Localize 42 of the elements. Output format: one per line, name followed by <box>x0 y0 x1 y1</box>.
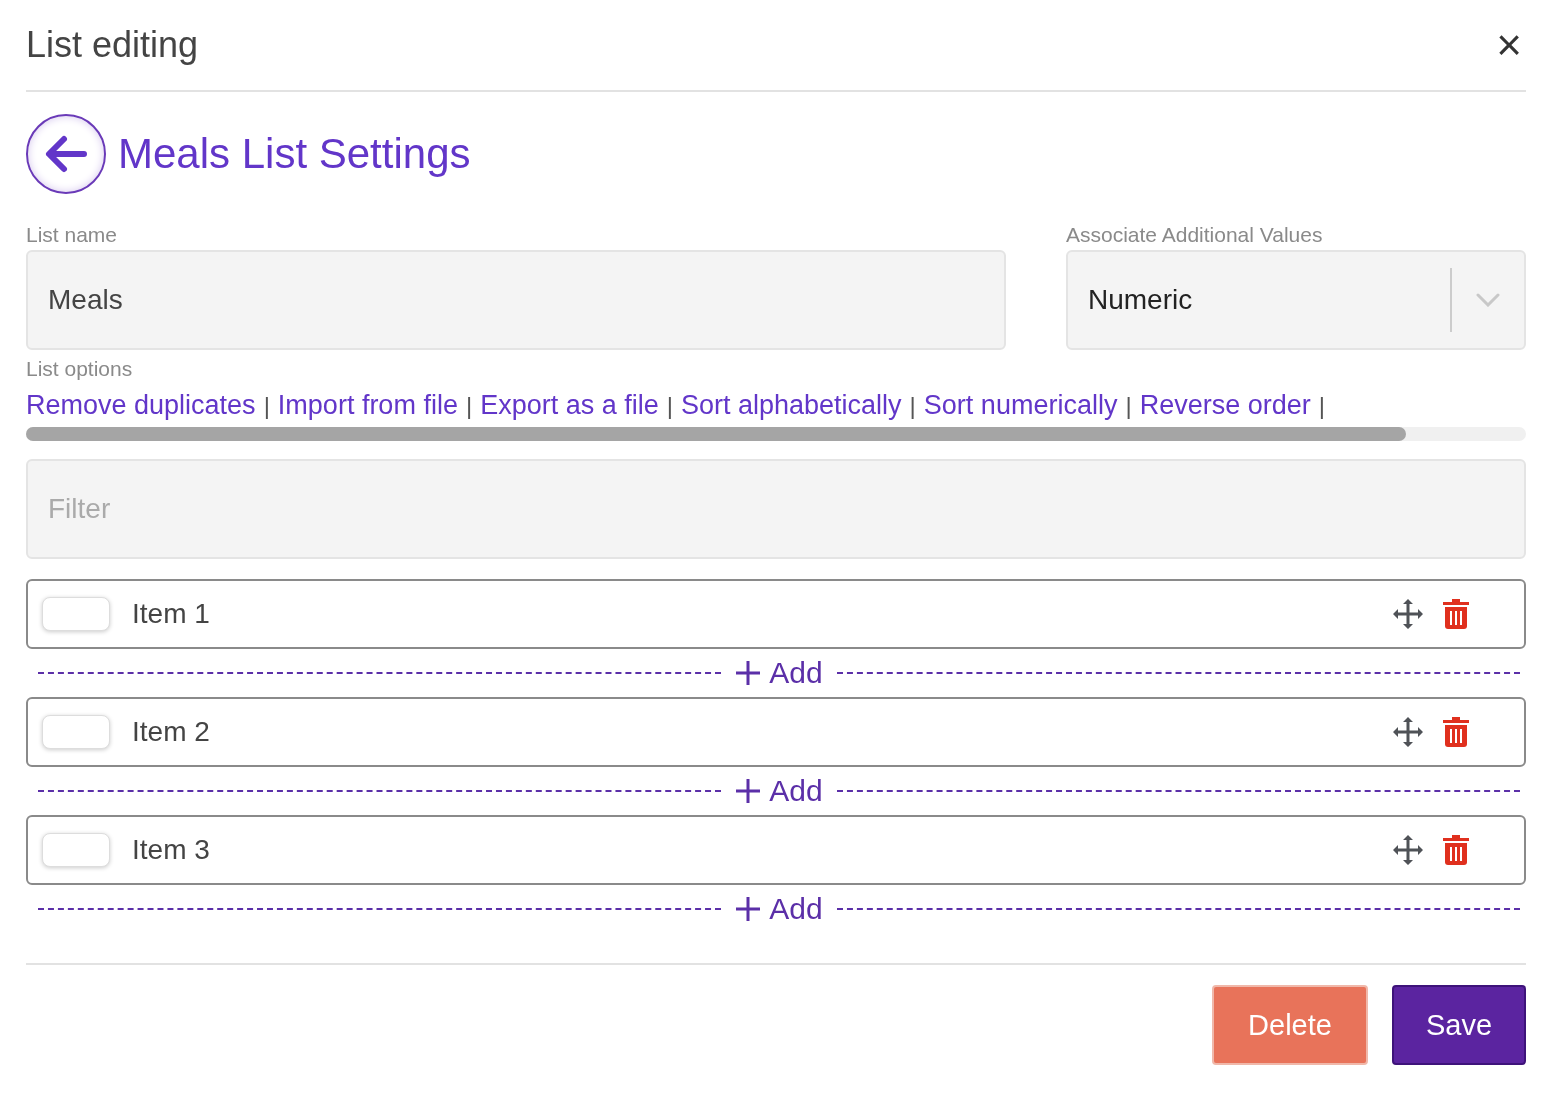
option-link[interactable]: Remove duplicates <box>26 390 256 421</box>
item-name: Item 3 <box>132 834 211 866</box>
link-separator: | <box>666 391 673 420</box>
arrow-left-icon <box>44 134 88 174</box>
item-name: Item 2 <box>132 716 211 748</box>
plus-icon <box>735 896 762 922</box>
move-icon[interactable] <box>1392 598 1424 630</box>
option-link[interactable]: Reverse order <box>1139 390 1311 421</box>
add-button[interactable]: Add <box>735 892 823 926</box>
values-dropdown[interactable]: Numeric <box>1066 250 1526 350</box>
chevron-down-icon <box>1476 293 1500 307</box>
value-field[interactable] <box>42 833 110 867</box>
item-name: Item 1 <box>132 598 211 630</box>
value-field[interactable] <box>42 597 110 631</box>
save-button[interactable]: Save <box>1392 985 1526 1065</box>
field-label: List name <box>26 222 119 248</box>
value-field[interactable] <box>42 715 110 749</box>
field-label: Associate Additional Values <box>1066 222 1324 248</box>
move-icon[interactable] <box>1392 834 1424 866</box>
link-separator: | <box>909 391 916 420</box>
move-icon[interactable] <box>1392 716 1424 748</box>
settings-heading: Meals List Settings <box>118 130 471 178</box>
plus-icon <box>735 660 762 686</box>
field-label: List options <box>26 356 134 382</box>
option-link[interactable]: Export as a file <box>480 390 659 421</box>
option-link[interactable]: Import from file <box>277 390 458 421</box>
dialog-title: List editing <box>26 24 199 66</box>
trash-icon[interactable] <box>1442 598 1470 630</box>
add-button[interactable]: Add <box>735 656 823 690</box>
link-separator: | <box>465 391 473 420</box>
plus-icon <box>735 778 762 804</box>
filter-field[interactable]: Filter <box>26 459 1526 559</box>
add-button[interactable]: Add <box>735 774 823 808</box>
link-separator: | <box>1125 391 1132 420</box>
option-link[interactable]: Sort alphabetically <box>680 390 902 421</box>
trash-icon[interactable] <box>1442 716 1470 748</box>
trash-icon[interactable] <box>1442 834 1470 866</box>
close-button[interactable]: × <box>1492 23 1526 67</box>
option-link[interactable]: Sort numerically <box>923 390 1118 421</box>
list-name-field[interactable]: Meals <box>26 250 1006 350</box>
link-separator: | <box>1318 391 1325 420</box>
link-separator: | <box>263 391 270 420</box>
